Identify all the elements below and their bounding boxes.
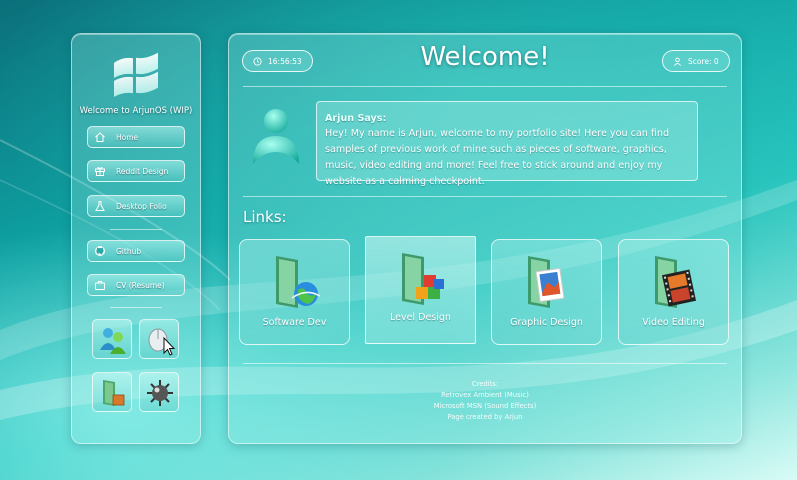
nav-cv-resume-button[interactable]: CV (Resume) — [87, 274, 185, 296]
minesweeper-icon — [147, 380, 173, 406]
link-software-dev[interactable]: Software Dev — [239, 239, 350, 345]
app-mouse-pointer[interactable] — [139, 319, 179, 359]
app-minesweeper[interactable] — [139, 372, 179, 412]
nav-desktop-folio-label: Desktop Folio — [116, 201, 167, 211]
main-panel: 16:56:53 Welcome! Score: 0 Arjun Says: H… — [228, 33, 742, 444]
windows-logo-icon — [114, 52, 158, 97]
user-icon — [673, 57, 682, 66]
nav-reddit-design-button[interactable]: Reddit Design — [87, 160, 185, 182]
msn-avatar-icon — [253, 109, 299, 164]
msn-buddies-icon — [100, 328, 126, 354]
link-graphic-design-label: Graphic Design — [510, 317, 583, 328]
header-divider — [243, 86, 727, 87]
globe-folder-icon — [276, 256, 321, 308]
nav-reddit-design-label: Reddit Design — [116, 166, 169, 176]
section-divider — [243, 196, 727, 197]
nav-github-label: Github — [116, 246, 142, 256]
nav-home-label: Home — [116, 132, 139, 142]
nav-home-button[interactable]: Home — [87, 126, 185, 148]
intro-text: Hey! My name is Arjun, welcome to my por… — [325, 128, 670, 187]
photo-folder-icon — [528, 256, 565, 308]
link-graphic-design[interactable]: Graphic Design — [491, 239, 602, 345]
credits-heading: Credits: — [471, 380, 499, 388]
briefcase-icon — [94, 279, 106, 291]
credits-line: Page created by Arjun — [447, 413, 523, 421]
github-icon — [94, 245, 106, 257]
intro-speech-box: Arjun Says: Hey! My name is Arjun, welco… — [316, 101, 698, 187]
intro-speaker: Arjun Says: — [325, 113, 387, 124]
nav-cv-resume-label: CV (Resume) — [116, 280, 165, 290]
credits: Credits: Retrovex Ambient (Music) Micros… — [229, 379, 741, 423]
credits-line: Retrovex Ambient (Music) — [441, 391, 529, 399]
nav-desktop-folio-button[interactable]: Desktop Folio — [87, 195, 185, 217]
app-book-folder[interactable] — [92, 372, 132, 412]
flask-icon — [94, 200, 106, 212]
links-title: Links: — [243, 208, 287, 226]
film-folder-icon — [655, 256, 697, 308]
nav-github-button[interactable]: Github — [87, 240, 185, 262]
sidebar-divider — [110, 307, 162, 308]
link-level-design[interactable]: Level Design — [365, 236, 476, 344]
link-video-editing-label: Video Editing — [642, 317, 705, 328]
link-software-dev-label: Software Dev — [262, 317, 327, 328]
footer-divider — [243, 363, 727, 364]
book-folder-icon — [103, 380, 125, 406]
score-pill: Score: 0 — [662, 50, 730, 72]
credits-line: Microsoft MSN (Sound Effects) — [433, 402, 537, 410]
sidebar: Welcome to ArjunOS (WIP) Home Reddit Des… — [71, 33, 201, 444]
blocks-folder-icon — [402, 253, 444, 305]
app-msn-buddies[interactable] — [92, 319, 132, 359]
mouse-pointer-icon — [148, 328, 176, 356]
sidebar-divider — [110, 229, 162, 230]
score-label: Score: 0 — [688, 56, 719, 66]
link-level-design-label: Level Design — [390, 312, 451, 323]
gift-icon — [94, 165, 106, 177]
home-icon — [94, 131, 106, 143]
link-video-editing[interactable]: Video Editing — [618, 239, 729, 345]
sidebar-title: Welcome to ArjunOS (WIP) — [79, 106, 193, 116]
